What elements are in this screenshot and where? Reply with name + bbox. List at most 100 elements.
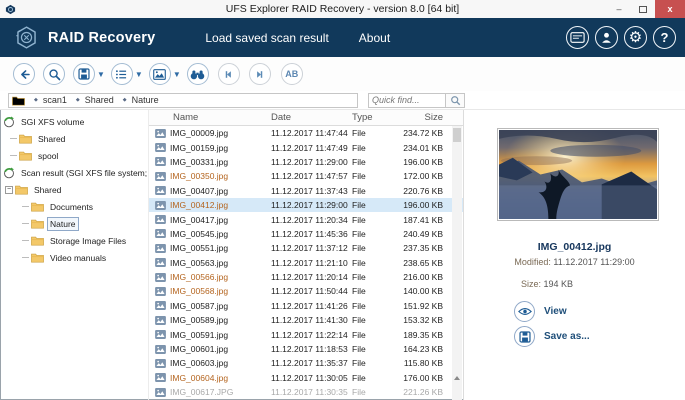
minimize-button[interactable]: –	[607, 0, 631, 18]
file-list: Name Date Type Size IMG_00009.jpg 11.12.…	[148, 110, 463, 400]
tree-item-label: SGI XFS volume	[18, 115, 87, 129]
file-row[interactable]: IMG_00350.jpg 11.12.2017 11:47:57 File 1…	[149, 169, 463, 183]
file-row[interactable]: IMG_00591.jpg 11.12.2017 11:22:14 File 1…	[149, 327, 463, 341]
file-type: File	[352, 330, 402, 340]
back-button[interactable]	[13, 63, 35, 85]
file-size: 237.35 KB	[402, 243, 445, 253]
file-row[interactable]: IMG_00603.jpg 11.12.2017 11:35:37 File 1…	[149, 356, 463, 370]
file-date: 11.12.2017 11:29:00	[271, 200, 352, 210]
quick-find	[368, 93, 465, 108]
tree-item[interactable]: − spool	[0, 147, 148, 164]
license-card-button[interactable]	[566, 26, 589, 49]
file-size: 221.26 KB	[402, 387, 445, 397]
file-row[interactable]: IMG_00617.JPG 11.12.2017 11:30:35 File 2…	[149, 385, 463, 399]
preview-size: Size: 194 KB	[521, 279, 573, 289]
menu-load-saved-scan-result[interactable]: Load saved scan result	[205, 31, 328, 45]
previous-file-button[interactable]	[218, 63, 240, 85]
encoding-button[interactable]: AB	[281, 63, 303, 85]
file-name: IMG_00331.jpg	[170, 157, 228, 167]
image-file-icon	[155, 244, 166, 253]
tree-item[interactable]: − Scan result (SGI XFS file system; 3.72…	[0, 164, 148, 181]
tree-item[interactable]: − Storage Image Files	[0, 232, 148, 249]
view-mode-button[interactable]	[111, 63, 133, 85]
search-button[interactable]	[43, 63, 65, 85]
image-view-dropdown-caret[interactable]: ▼	[173, 70, 181, 79]
tree-item[interactable]: − SGI XFS volume	[0, 113, 148, 130]
file-row[interactable]: IMG_00009.jpg 11.12.2017 11:47:44 File 2…	[149, 126, 463, 140]
file-row[interactable]: IMG_00412.jpg 11.12.2017 11:29:00 File 1…	[149, 198, 463, 212]
breadcrumb-item[interactable]: ◆ scan1	[25, 95, 67, 105]
modified-value: 11.12.2017 11:29:00	[553, 257, 634, 267]
column-header-date[interactable]: Date	[271, 112, 352, 123]
image-file-icon	[155, 157, 166, 166]
folder-icon	[31, 252, 44, 263]
image-file-icon	[155, 345, 166, 354]
menu-about[interactable]: About	[359, 31, 390, 45]
main-menu: Load saved scan result About	[205, 31, 390, 45]
tree-item-label: Nature	[47, 217, 79, 231]
file-row[interactable]: IMG_00551.jpg 11.12.2017 11:37:12 File 2…	[149, 241, 463, 255]
file-row[interactable]: IMG_00601.jpg 11.12.2017 11:18:53 File 1…	[149, 342, 463, 356]
image-view-button[interactable]	[149, 63, 171, 85]
column-header-type[interactable]: Type	[352, 112, 402, 123]
breadcrumb-separator-icon: ◆	[76, 97, 80, 103]
file-row[interactable]: IMG_00587.jpg 11.12.2017 11:41:26 File 1…	[149, 299, 463, 313]
view-mode-dropdown-caret[interactable]: ▼	[135, 70, 143, 79]
modified-label: Modified:	[514, 257, 551, 267]
file-type: File	[352, 157, 402, 167]
save-as-button[interactable]: Save as...	[514, 326, 590, 347]
image-file-icon	[155, 316, 166, 325]
file-date: 11.12.2017 11:20:34	[271, 215, 352, 225]
file-row[interactable]: IMG_00545.jpg 11.12.2017 11:45:36 File 2…	[149, 227, 463, 241]
file-row[interactable]: IMG_00589.jpg 11.12.2017 11:41:30 File 1…	[149, 313, 463, 327]
find-button[interactable]	[187, 63, 209, 85]
tree-item[interactable]: − Nature	[0, 215, 148, 232]
quick-find-input[interactable]	[369, 94, 445, 107]
maximize-button[interactable]	[631, 0, 655, 18]
breadcrumb: ◆ scan1 ◆ Shared ◆ Nature	[8, 93, 358, 108]
breadcrumb-item[interactable]: ◆ Shared	[67, 95, 114, 105]
app-window: { "window": { "title": "UFS Explorer RAI…	[0, 0, 685, 400]
file-list-scrollbar[interactable]	[452, 126, 462, 400]
image-file-icon	[155, 388, 166, 397]
settings-button[interactable]: ⚙	[624, 26, 647, 49]
column-header-size[interactable]: Size	[402, 112, 445, 123]
scrollbar-thumb[interactable]	[453, 128, 461, 142]
breadcrumb-separator-icon: ◆	[34, 97, 38, 103]
breadcrumb-item[interactable]: ◆ Nature	[114, 95, 159, 105]
file-row[interactable]: IMG_00568.jpg 11.12.2017 11:50:44 File 1…	[149, 284, 463, 298]
image-file-icon	[155, 186, 166, 195]
file-row[interactable]: IMG_00563.jpg 11.12.2017 11:21:10 File 2…	[149, 256, 463, 270]
tree-item[interactable]: − Documents	[0, 198, 148, 215]
help-button[interactable]: ?	[653, 26, 676, 49]
file-size: 216.00 KB	[402, 272, 445, 282]
close-button[interactable]: x	[655, 0, 685, 18]
encoding-icon: AB	[285, 69, 298, 79]
file-date: 11.12.2017 11:20:14	[271, 272, 352, 282]
file-row[interactable]: IMG_00159.jpg 11.12.2017 11:47:49 File 2…	[149, 140, 463, 154]
tree-item-label: Shared	[35, 132, 68, 146]
next-file-button[interactable]	[249, 63, 271, 85]
breadcrumb-items: ◆ scan1 ◆ Shared ◆ Nature	[25, 95, 159, 105]
file-row[interactable]: IMG_00417.jpg 11.12.2017 11:20:34 File 1…	[149, 212, 463, 226]
file-row[interactable]: IMG_00331.jpg 11.12.2017 11:29:00 File 1…	[149, 155, 463, 169]
view-button[interactable]: View	[514, 301, 567, 322]
save-dropdown-caret[interactable]: ▼	[97, 70, 105, 79]
tree-item[interactable]: − Shared	[0, 181, 148, 198]
user-account-button[interactable]	[595, 26, 618, 49]
tree-item[interactable]: − Video manuals	[0, 249, 148, 266]
save-as-label: Save as...	[544, 331, 590, 342]
tree-item[interactable]: − Shared	[0, 130, 148, 147]
file-name: IMG_00601.jpg	[170, 344, 228, 354]
file-name: IMG_00591.jpg	[170, 330, 228, 340]
file-row[interactable]: IMG_00407.jpg 11.12.2017 11:37:43 File 2…	[149, 184, 463, 198]
preview-thumbnail[interactable]	[497, 128, 659, 221]
quick-find-button[interactable]	[445, 94, 464, 107]
file-size: 164.23 KB	[402, 344, 445, 354]
file-row[interactable]: IMG_00604.jpg 11.12.2017 11:30:05 File 1…	[149, 371, 463, 385]
file-row[interactable]: IMG_00566.jpg 11.12.2017 11:20:14 File 2…	[149, 270, 463, 284]
save-button[interactable]	[73, 63, 95, 85]
collapse-toggle-icon[interactable]: −	[5, 186, 13, 194]
column-header-name[interactable]: Name	[149, 112, 271, 123]
file-date: 11.12.2017 11:21:10	[271, 258, 352, 268]
